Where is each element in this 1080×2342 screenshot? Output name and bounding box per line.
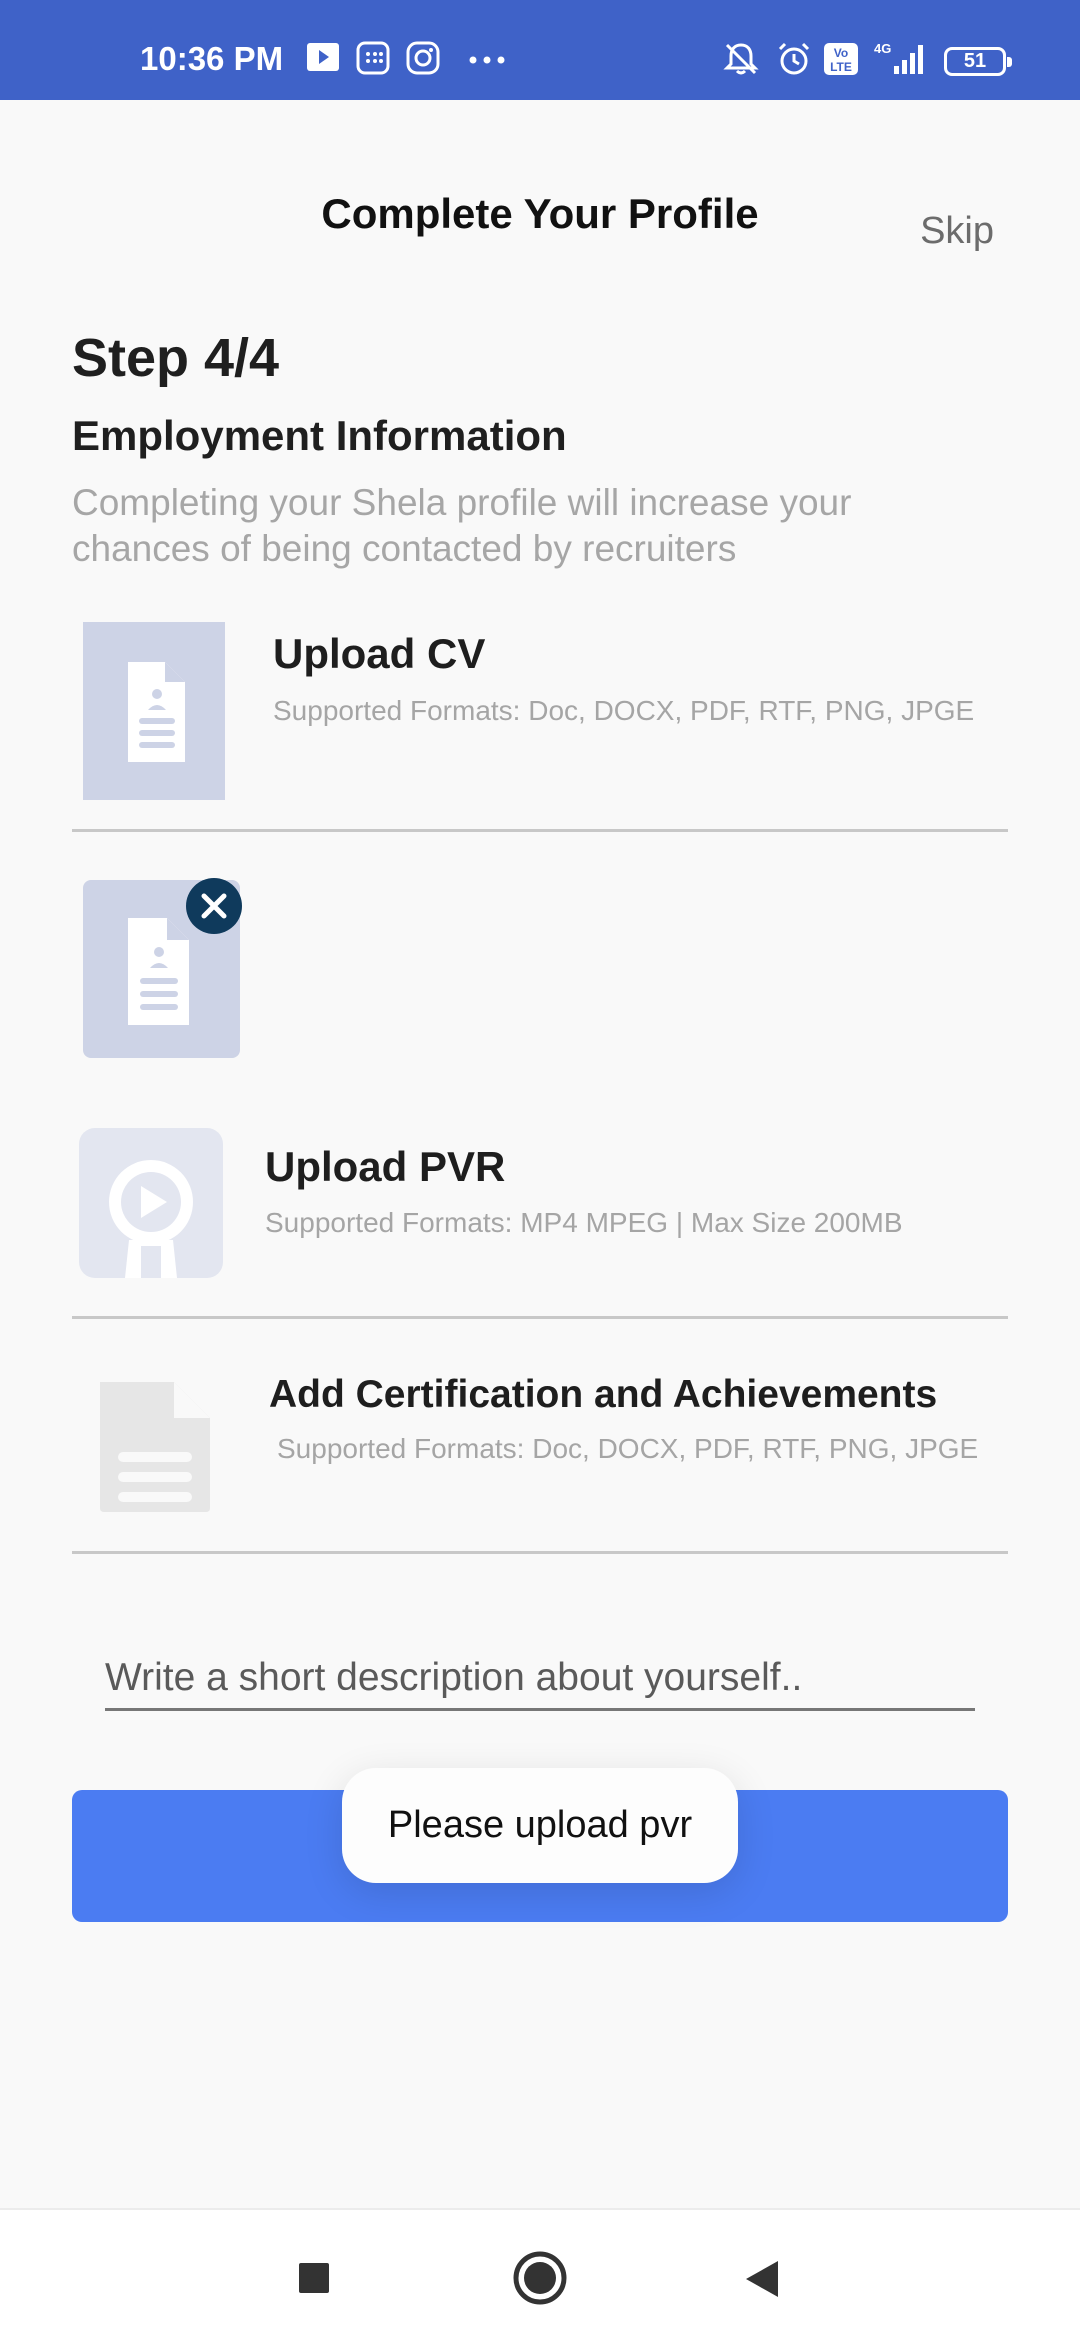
battery-icon: 51: [944, 47, 1012, 76]
svg-text:4G: 4G: [874, 41, 891, 56]
video-play-icon[interactable]: [79, 1128, 223, 1278]
document-icon[interactable]: [83, 622, 225, 800]
upload-pvr-formats: Supported Formats: MP4 MPEG | Max Size 2…: [265, 1207, 903, 1238]
svg-text:LTE: LTE: [830, 60, 852, 74]
svg-text:Vo: Vo: [834, 46, 848, 60]
divider: [72, 1316, 1008, 1319]
home-icon[interactable]: [512, 2250, 568, 2306]
upload-cv-formats: Supported Formats: Doc, DOCX, PDF, RTF, …: [273, 695, 975, 726]
system-nav-bar: [0, 2208, 1080, 2342]
upload-cv-title: Upload CV: [273, 630, 486, 677]
divider: [72, 829, 1008, 832]
description-input[interactable]: [105, 1648, 975, 1711]
status-time: 10:36 PM: [140, 40, 284, 77]
volte-icon: Vo LTE: [824, 43, 858, 75]
divider: [72, 1551, 1008, 1554]
instagram-icon: [406, 41, 440, 75]
close-icon[interactable]: [185, 877, 243, 935]
skip-button[interactable]: Skip: [920, 210, 994, 253]
alarm-icon: [778, 42, 810, 75]
back-icon[interactable]: [742, 2258, 782, 2300]
section-description: Completing your Shela profile will incre…: [72, 482, 852, 569]
notifications-off-icon: [723, 43, 759, 75]
signal-4g-icon: 4G: [874, 41, 923, 74]
more-dots-icon: [469, 56, 505, 64]
section-title: Employment Information: [72, 412, 567, 459]
toast-message: Please upload pvr: [342, 1768, 738, 1883]
grid-app-icon: [356, 41, 390, 75]
add-certification-title: Add Certification and Achievements: [269, 1373, 938, 1416]
upload-pvr-title: Upload PVR: [265, 1143, 506, 1190]
step-indicator: Step 4/4: [72, 328, 280, 388]
add-certification-formats: Supported Formats: Doc, DOCX, PDF, RTF, …: [277, 1433, 979, 1464]
tv-icon: [307, 43, 339, 71]
document-icon[interactable]: [96, 1378, 214, 1514]
status-bar: 10:36 PM Vo LTE 4G 51: [0, 0, 1080, 100]
recent-apps-icon[interactable]: [296, 2260, 332, 2296]
page-title: Complete Your Profile: [321, 190, 759, 237]
